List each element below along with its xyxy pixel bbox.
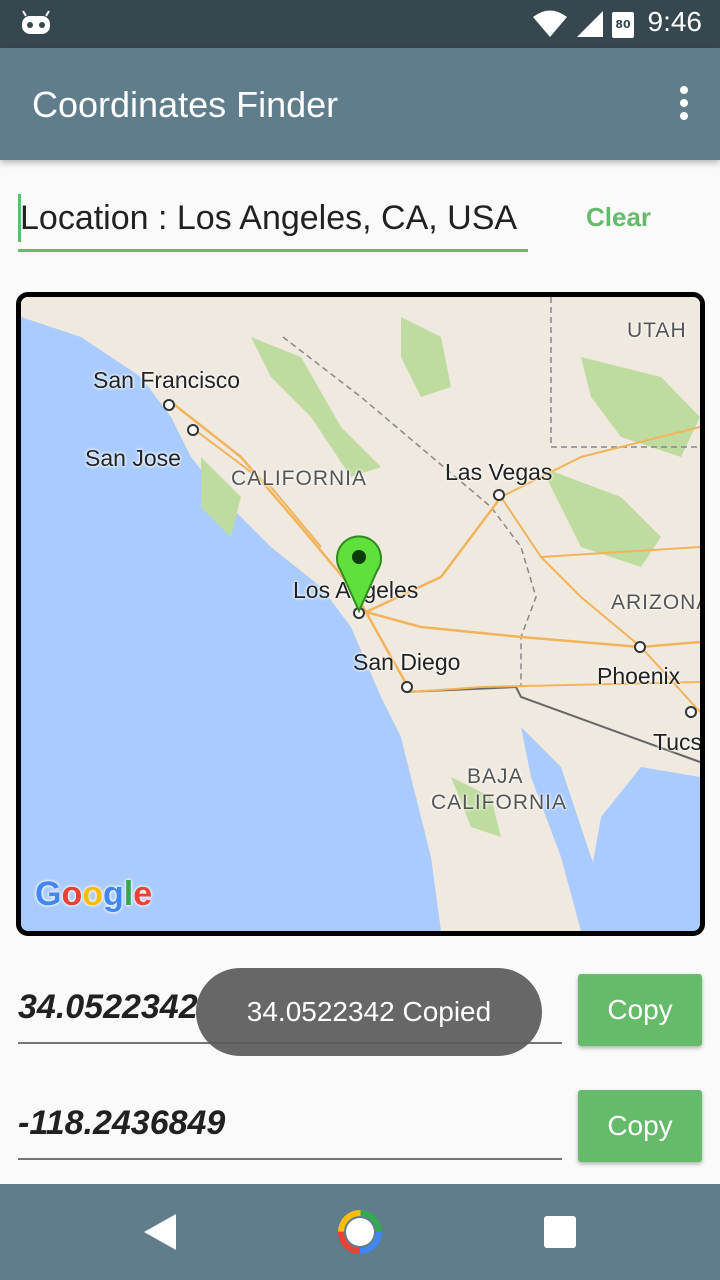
map-label-san-francisco: San Francisco (93, 367, 241, 393)
map-label-las-vegas: Las Vegas (445, 459, 553, 485)
location-row: Clear (18, 188, 708, 254)
location-input[interactable] (18, 188, 528, 252)
map-label-san-jose: San Jose (85, 445, 181, 471)
map-view[interactable]: San Francisco San Jose CALIFORNIA Las Ve… (16, 292, 705, 936)
google-logo: Google (35, 875, 153, 913)
wifi-icon (533, 10, 567, 37)
text-cursor (18, 194, 21, 242)
map-label-utah: UTAH (627, 319, 687, 342)
back-icon[interactable] (140, 1212, 180, 1252)
map-label-baja-california: CALIFORNIA (431, 791, 568, 814)
longitude-row: -118.2436849 Copy (18, 1090, 704, 1170)
android-robot-icon (22, 10, 50, 34)
clear-button[interactable]: Clear (586, 202, 651, 233)
battery-icon: 80 (612, 12, 634, 38)
navigation-bar (0, 1184, 720, 1280)
app-title: Coordinates Finder (32, 84, 339, 125)
signal-icon (577, 11, 603, 37)
map-label-tucson: Tucs (653, 729, 702, 755)
home-icon[interactable] (338, 1210, 382, 1254)
overflow-menu-icon[interactable] (678, 86, 690, 122)
app-bar: Coordinates Finder (0, 48, 720, 160)
longitude-value[interactable]: -118.2436849 (18, 1104, 562, 1160)
recent-apps-icon[interactable] (544, 1216, 576, 1248)
map-label-san-diego: San Diego (353, 649, 461, 675)
map-label-arizona: ARIZONA (611, 591, 705, 614)
map-label-baja: BAJA (467, 765, 524, 788)
copy-latitude-button[interactable]: Copy (578, 974, 702, 1046)
status-time: 9:46 (647, 6, 703, 37)
map-pin-icon[interactable] (335, 533, 383, 613)
map-label-phoenix: Phoenix (597, 663, 681, 689)
copy-longitude-button[interactable]: Copy (578, 1090, 702, 1162)
copied-toast: 34.0522342 Copied (196, 968, 542, 1056)
map-label-california: CALIFORNIA (231, 467, 368, 490)
status-bar: 80 9:46 (0, 0, 720, 48)
